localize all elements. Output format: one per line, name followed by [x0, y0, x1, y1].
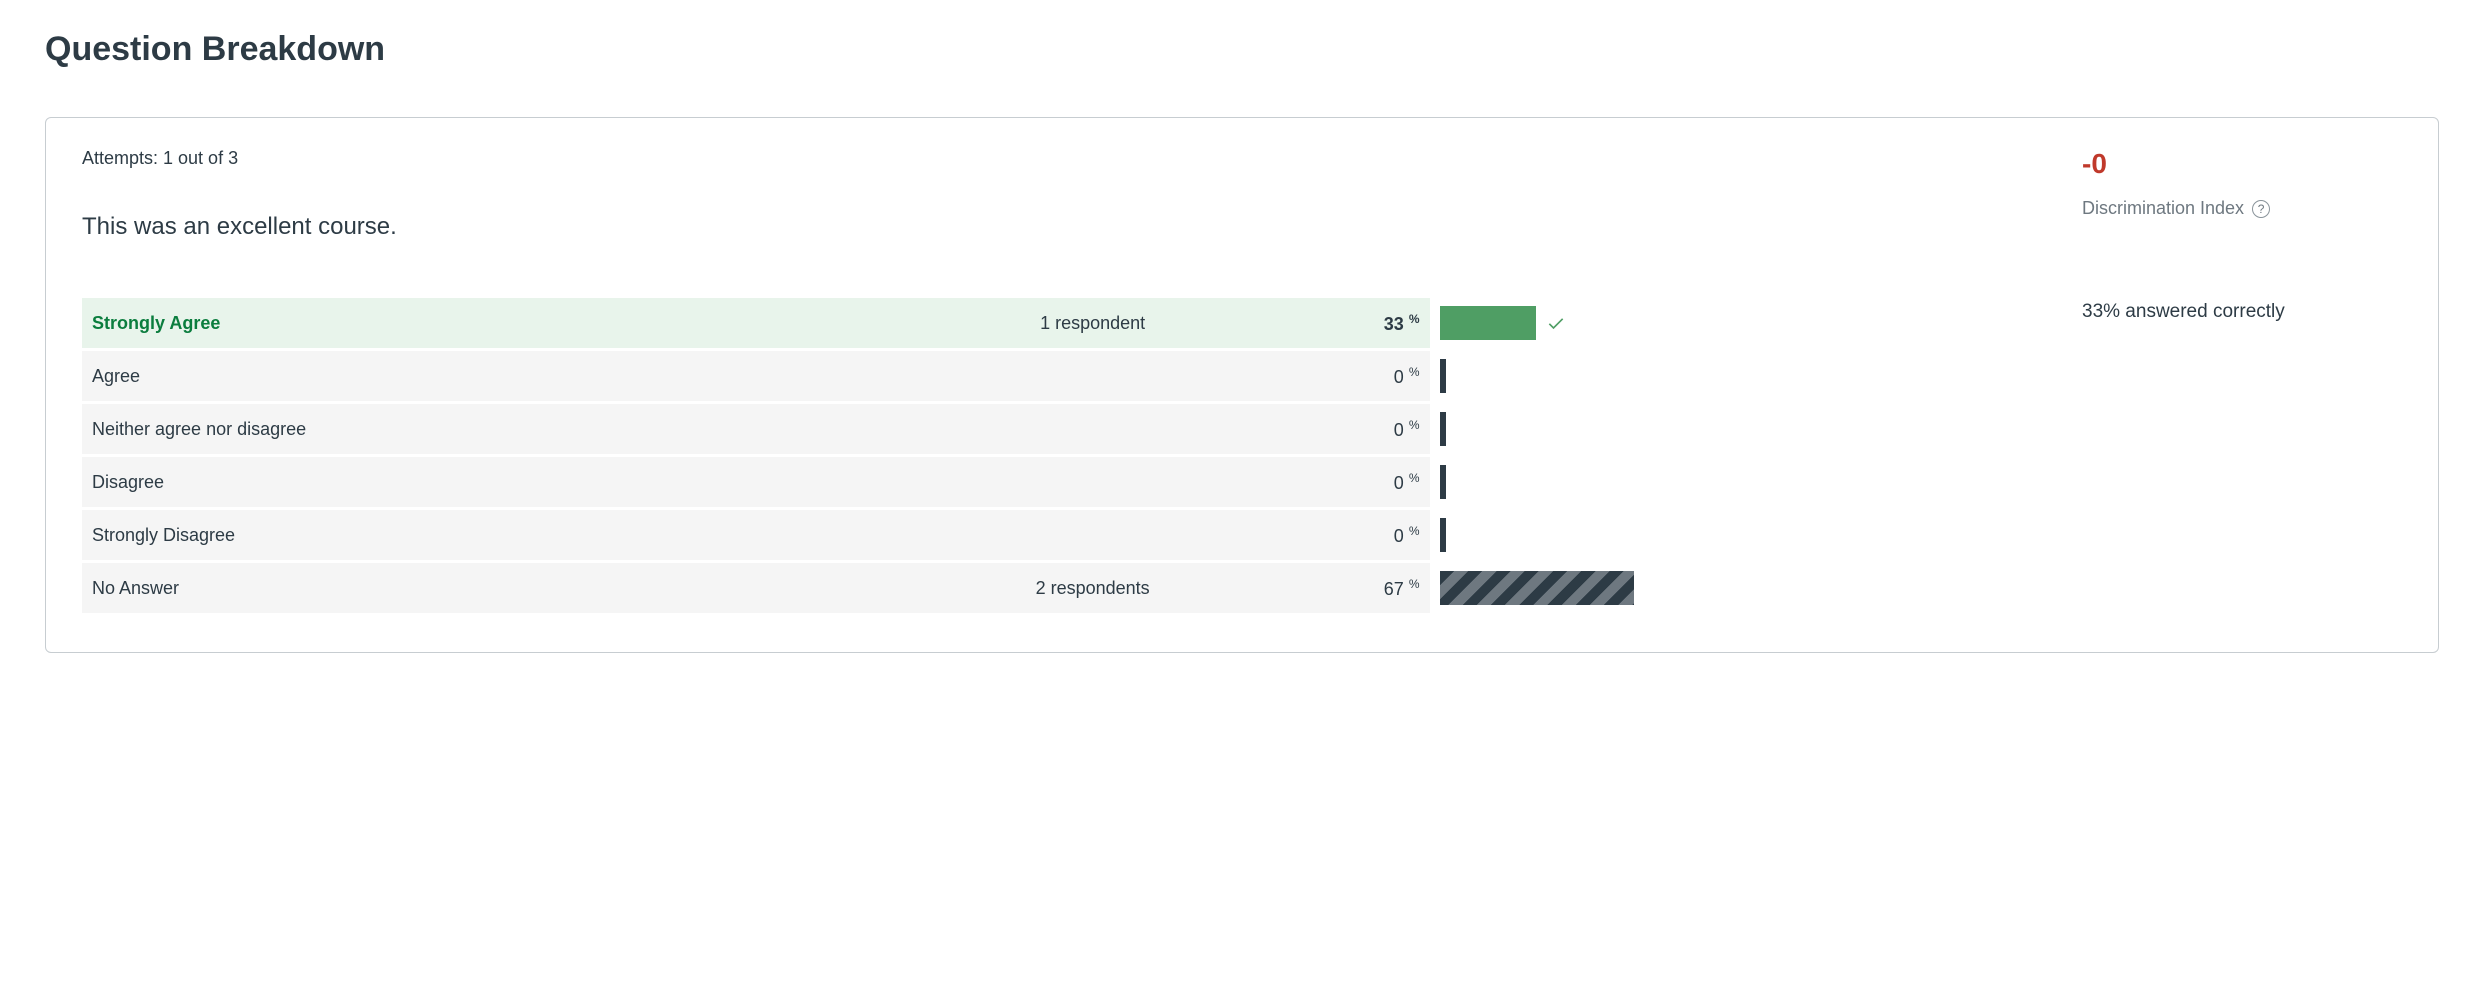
respondents-link[interactable]: 1 respondent — [940, 298, 1246, 348]
percent-value: 0 % — [1246, 351, 1430, 401]
question-card-right: -0 Discrimination Index ? 33% answered c… — [2082, 148, 2402, 616]
discrimination-index-value: -0 — [2082, 148, 2402, 180]
bar-cell — [1430, 351, 2043, 401]
bar-cell — [1430, 510, 2043, 560]
respondents-link — [940, 351, 1246, 401]
bar-cell — [1430, 404, 2043, 454]
discrimination-index-label: Discrimination Index ? — [2082, 198, 2402, 219]
respondents-link — [940, 457, 1246, 507]
answer-label: Strongly Disagree — [82, 510, 940, 560]
answer-bar — [1440, 465, 1446, 499]
answer-bar — [1440, 359, 1446, 393]
answer-bar — [1440, 412, 1446, 446]
help-icon[interactable]: ? — [2252, 200, 2270, 218]
table-row: Agree 0 % — [82, 351, 2042, 401]
respondents-link[interactable]: 2 respondents — [940, 563, 1246, 613]
answer-label: No Answer — [82, 563, 940, 613]
answer-bar — [1440, 306, 1536, 340]
question-card: Attempts: 1 out of 3 This was an excelle… — [45, 117, 2439, 653]
answer-bar — [1440, 571, 1634, 605]
answer-label: Agree — [82, 351, 940, 401]
bar-cell — [1430, 457, 2043, 507]
answered-correctly-text: 33% answered correctly — [2082, 301, 2402, 323]
page-title: Question Breakdown — [45, 30, 2439, 69]
answer-label: Neither agree nor disagree — [82, 404, 940, 454]
question-text: This was an excellent course. — [82, 213, 2042, 241]
answer-label: Disagree — [82, 457, 940, 507]
answers-table: Strongly Agree1 respondent33 %Agree0 %Ne… — [82, 295, 2042, 616]
table-row: Disagree 0 % — [82, 457, 2042, 507]
table-row: No Answer2 respondents67 % — [82, 563, 2042, 613]
bar-cell — [1430, 563, 2043, 613]
question-card-left: Attempts: 1 out of 3 This was an excelle… — [82, 148, 2042, 616]
percent-value: 0 % — [1246, 510, 1430, 560]
answer-bar — [1440, 518, 1446, 552]
respondents-link — [940, 510, 1246, 560]
table-row: Neither agree nor disagree 0 % — [82, 404, 2042, 454]
respondents-link — [940, 404, 1246, 454]
percent-value: 0 % — [1246, 457, 1430, 507]
bar-cell — [1430, 298, 2043, 348]
table-row: Strongly Agree1 respondent33 % — [82, 298, 2042, 348]
discrimination-index-label-text: Discrimination Index — [2082, 198, 2244, 219]
attempts-text: Attempts: 1 out of 3 — [82, 148, 2042, 169]
percent-value: 33 % — [1246, 298, 1430, 348]
percent-value: 67 % — [1246, 563, 1430, 613]
table-row: Strongly Disagree 0 % — [82, 510, 2042, 560]
checkmark-icon — [1546, 313, 1566, 333]
answer-label: Strongly Agree — [82, 298, 940, 348]
percent-value: 0 % — [1246, 404, 1430, 454]
